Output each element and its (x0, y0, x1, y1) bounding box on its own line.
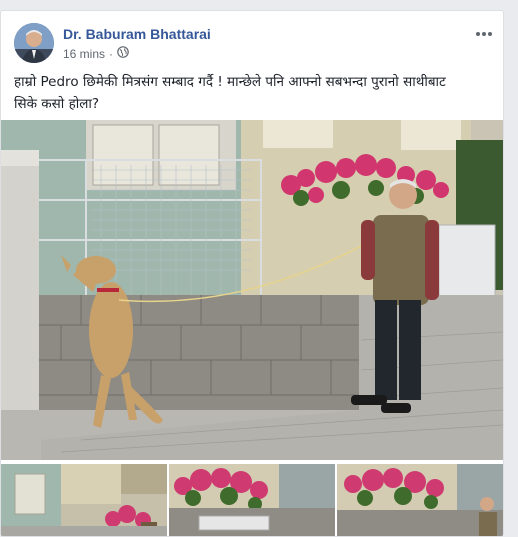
post-message: हाम्रो Pedro छिमेकी मित्रसंग सम्बाद गर्द… (14, 71, 494, 115)
author-avatar[interactable] (14, 23, 54, 63)
more-dots-icon (476, 32, 492, 36)
post-card: Dr. Baburam Bhattarai 16 mins · हाम्रो P… (0, 10, 504, 537)
author-name-link[interactable]: Dr. Baburam Bhattarai (63, 26, 211, 42)
photo-thumbnails (1, 464, 503, 536)
photo-thumbnail-1[interactable] (1, 464, 167, 536)
post-meta: 16 mins · (63, 46, 129, 61)
post-text-line-1: हाम्रो Pedro छिमेकी मित्रसंग सम्बाद गर्द… (14, 74, 446, 90)
meta-separator: · (109, 46, 114, 61)
photo-thumbnail-2[interactable] (169, 464, 335, 536)
photo-thumbnail-3[interactable] (337, 464, 503, 536)
post-text-line-2: सिके कसो होला? (14, 96, 100, 112)
post-timestamp[interactable]: 16 mins (63, 47, 105, 61)
main-photo[interactable] (1, 120, 503, 460)
more-options-button[interactable] (475, 23, 493, 42)
globe-icon[interactable] (117, 46, 129, 61)
